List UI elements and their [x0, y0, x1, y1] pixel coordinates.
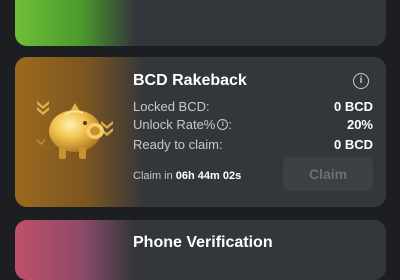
- previous-reward-card: [15, 0, 386, 46]
- unlock-rate-colon: :: [228, 116, 232, 132]
- unlock-rate-label-group: Unlock Rate% i :: [133, 117, 232, 132]
- claim-in-label: Claim in: [133, 170, 173, 182]
- locked-bcd-label: Locked BCD:: [133, 98, 210, 114]
- ready-to-claim-value: 0 BCD: [333, 136, 373, 152]
- phone-verification-card: Phone Verification: [15, 220, 386, 280]
- phone-verification-title: Phone Verification: [133, 234, 273, 251]
- locked-bcd-value: 0 BCD: [333, 98, 373, 114]
- unlock-rate-info-icon[interactable]: i: [217, 118, 229, 130]
- claim-button[interactable]: Claim: [283, 157, 373, 191]
- claim-timer: 06h 44m 02s: [175, 170, 242, 182]
- locked-bcd-row: Locked BCD: 0 BCD: [133, 97, 373, 115]
- rakeback-card: BCD Rakeback i Locked BCD: 0 BCD Unlock …: [15, 57, 386, 207]
- unlock-rate-label: Unlock Rate%: [133, 116, 216, 132]
- ready-to-claim-label: Ready to claim:: [133, 136, 223, 152]
- info-icon[interactable]: i: [353, 73, 369, 89]
- card-accent-gradient: [15, 0, 135, 46]
- claim-countdown: Claim in 06h 44m 02s: [133, 170, 241, 182]
- rakeback-title: BCD Rakeback: [133, 72, 247, 89]
- ready-to-claim-row: Ready to claim: 0 BCD: [133, 135, 373, 153]
- unlock-rate-value: 20%: [346, 116, 373, 132]
- unlock-rate-row: Unlock Rate% i : 20%: [133, 115, 373, 133]
- piggy-bank-illustration: [35, 95, 135, 175]
- card-accent-gradient: [15, 220, 135, 280]
